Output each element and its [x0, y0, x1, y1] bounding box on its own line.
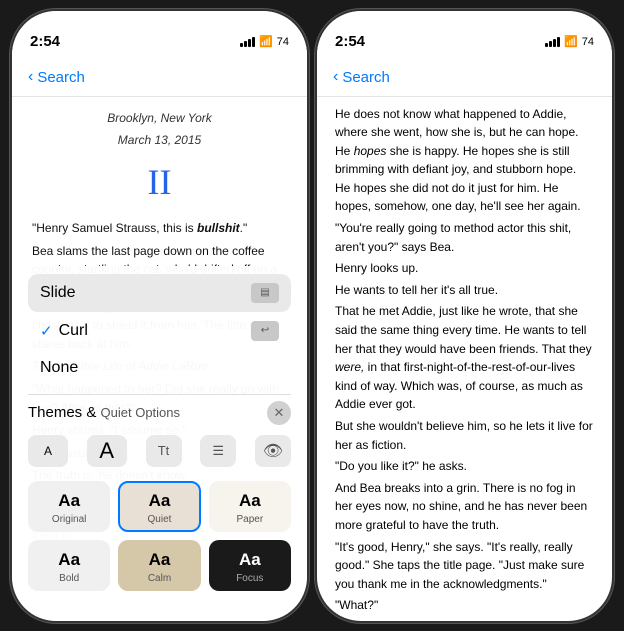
- large-a-label: A: [99, 438, 114, 464]
- close-button[interactable]: ✕: [267, 401, 291, 425]
- theme-bold[interactable]: Aa Bold: [28, 540, 110, 591]
- time-left: 2:54: [30, 33, 60, 50]
- theme-paper-name: Paper: [236, 514, 263, 525]
- chapter-number: II: [32, 154, 287, 212]
- back-label-right: Search: [342, 69, 390, 86]
- back-label-left: Search: [37, 69, 85, 86]
- none-label: None: [40, 359, 78, 377]
- small-a-label: A: [44, 444, 52, 458]
- theme-focus-name: Focus: [236, 573, 263, 584]
- right-para-4: He wants to tell her it's all true.: [335, 281, 594, 300]
- theme-paper[interactable]: Aa Paper: [209, 481, 291, 532]
- right-para-6: But she wouldn't believe him, so he lets…: [335, 417, 594, 454]
- theme-calm-label: Aa: [149, 550, 171, 570]
- theme-calm-name: Calm: [148, 573, 171, 584]
- curl-icon: ↩: [251, 321, 279, 341]
- left-phone: 2:54 📶 74 ‹ Search Brooklyn, New York: [12, 11, 307, 621]
- wifi-icon: 📶: [259, 35, 273, 48]
- font-face-icon: Tt: [158, 443, 170, 458]
- signal-icon-right: [545, 37, 560, 47]
- eye-icon-symbol: 👁: [263, 441, 283, 461]
- slide-option-slide[interactable]: Slide ▤: [28, 274, 291, 312]
- theme-quiet-name: Quiet: [148, 514, 172, 525]
- battery-right: 74: [582, 36, 594, 48]
- right-para-1: He does not know what happened to Addie,…: [335, 105, 594, 217]
- phones-container: 2:54 📶 74 ‹ Search Brooklyn, New York: [12, 11, 612, 621]
- status-icons-left: 📶 74: [240, 35, 289, 48]
- nav-bar-left: ‹ Search: [12, 59, 307, 97]
- status-bar-right: 2:54 📶 74: [317, 11, 612, 59]
- right-para-2: "You're really going to method actor thi…: [335, 219, 594, 256]
- slide-icon: ▤: [251, 283, 279, 303]
- theme-quiet[interactable]: Aa Quiet: [118, 481, 200, 532]
- para-0: "Henry Samuel Strauss, this is bullshit.…: [32, 219, 287, 238]
- font-controls: A A Tt ☰ 👁: [12, 429, 307, 473]
- book-content-right: He does not know what happened to Addie,…: [317, 97, 612, 621]
- font-increase-button[interactable]: A: [87, 435, 127, 467]
- theme-bold-label: Aa: [58, 550, 80, 570]
- status-icons-right: 📶 74: [545, 35, 594, 48]
- wifi-icon-right: 📶: [564, 35, 578, 48]
- theme-original-name: Original: [52, 514, 86, 525]
- back-button-left[interactable]: ‹ Search: [28, 68, 85, 86]
- right-para-9: "It's good, Henry," she says. "It's real…: [335, 538, 594, 594]
- right-para-11: "My thesis. Remember? I wanted to do it …: [335, 618, 594, 621]
- themes-title: Themes & Quiet Options: [28, 404, 180, 421]
- eye-button[interactable]: 👁: [255, 435, 291, 467]
- status-bar-left: 2:54 📶 74: [12, 11, 307, 59]
- theme-bold-name: Bold: [59, 573, 79, 584]
- theme-calm[interactable]: Aa Calm: [118, 540, 200, 591]
- right-phone: 2:54 📶 74 ‹ Search He does not know wha: [317, 11, 612, 621]
- slide-options: Slide ▤ ✓ Curl ↩ None: [12, 266, 307, 394]
- font-decrease-button[interactable]: A: [28, 435, 68, 467]
- layout-button[interactable]: ☰: [200, 435, 236, 467]
- battery-left: 74: [277, 36, 289, 48]
- back-button-right[interactable]: ‹ Search: [333, 68, 390, 86]
- slide-option-curl[interactable]: ✓ Curl ↩: [28, 312, 291, 350]
- right-para-10: "What?": [335, 596, 594, 615]
- theme-focus[interactable]: Aa Focus: [209, 540, 291, 591]
- theme-quiet-label: Aa: [149, 491, 171, 511]
- right-para-8: And Bea breaks into a grin. There is no …: [335, 479, 594, 535]
- chevron-left-icon-right: ‹: [333, 68, 338, 86]
- theme-paper-label: Aa: [239, 491, 261, 511]
- theme-focus-label: Aa: [239, 550, 261, 570]
- overlay-panel: Slide ▤ ✓ Curl ↩ None T: [12, 266, 307, 621]
- theme-original-label: Aa: [58, 491, 80, 511]
- font-face-button[interactable]: Tt: [146, 435, 182, 467]
- right-para-7: "Do you like it?" he asks.: [335, 457, 594, 476]
- right-para-3: Henry looks up.: [335, 259, 594, 278]
- slide-label: Slide: [40, 284, 76, 302]
- theme-original[interactable]: Aa Original: [28, 481, 110, 532]
- themes-header: Themes & Quiet Options ✕: [12, 395, 307, 429]
- slide-option-none[interactable]: None: [28, 350, 291, 386]
- checkmark-icon: ✓: [40, 322, 53, 340]
- book-location: Brooklyn, New York: [32, 109, 287, 128]
- book-date: March 13, 2015: [32, 131, 287, 150]
- nav-bar-right: ‹ Search: [317, 59, 612, 97]
- curl-label: Curl: [59, 322, 88, 340]
- signal-icon: [240, 37, 255, 47]
- right-para-5: That he met Addie, just like he wrote, t…: [335, 302, 594, 414]
- chevron-left-icon: ‹: [28, 68, 33, 86]
- theme-grid: Aa Original Aa Quiet Aa Paper Aa Bold: [12, 473, 307, 601]
- layout-icon: ☰: [212, 443, 224, 459]
- time-right: 2:54: [335, 33, 365, 50]
